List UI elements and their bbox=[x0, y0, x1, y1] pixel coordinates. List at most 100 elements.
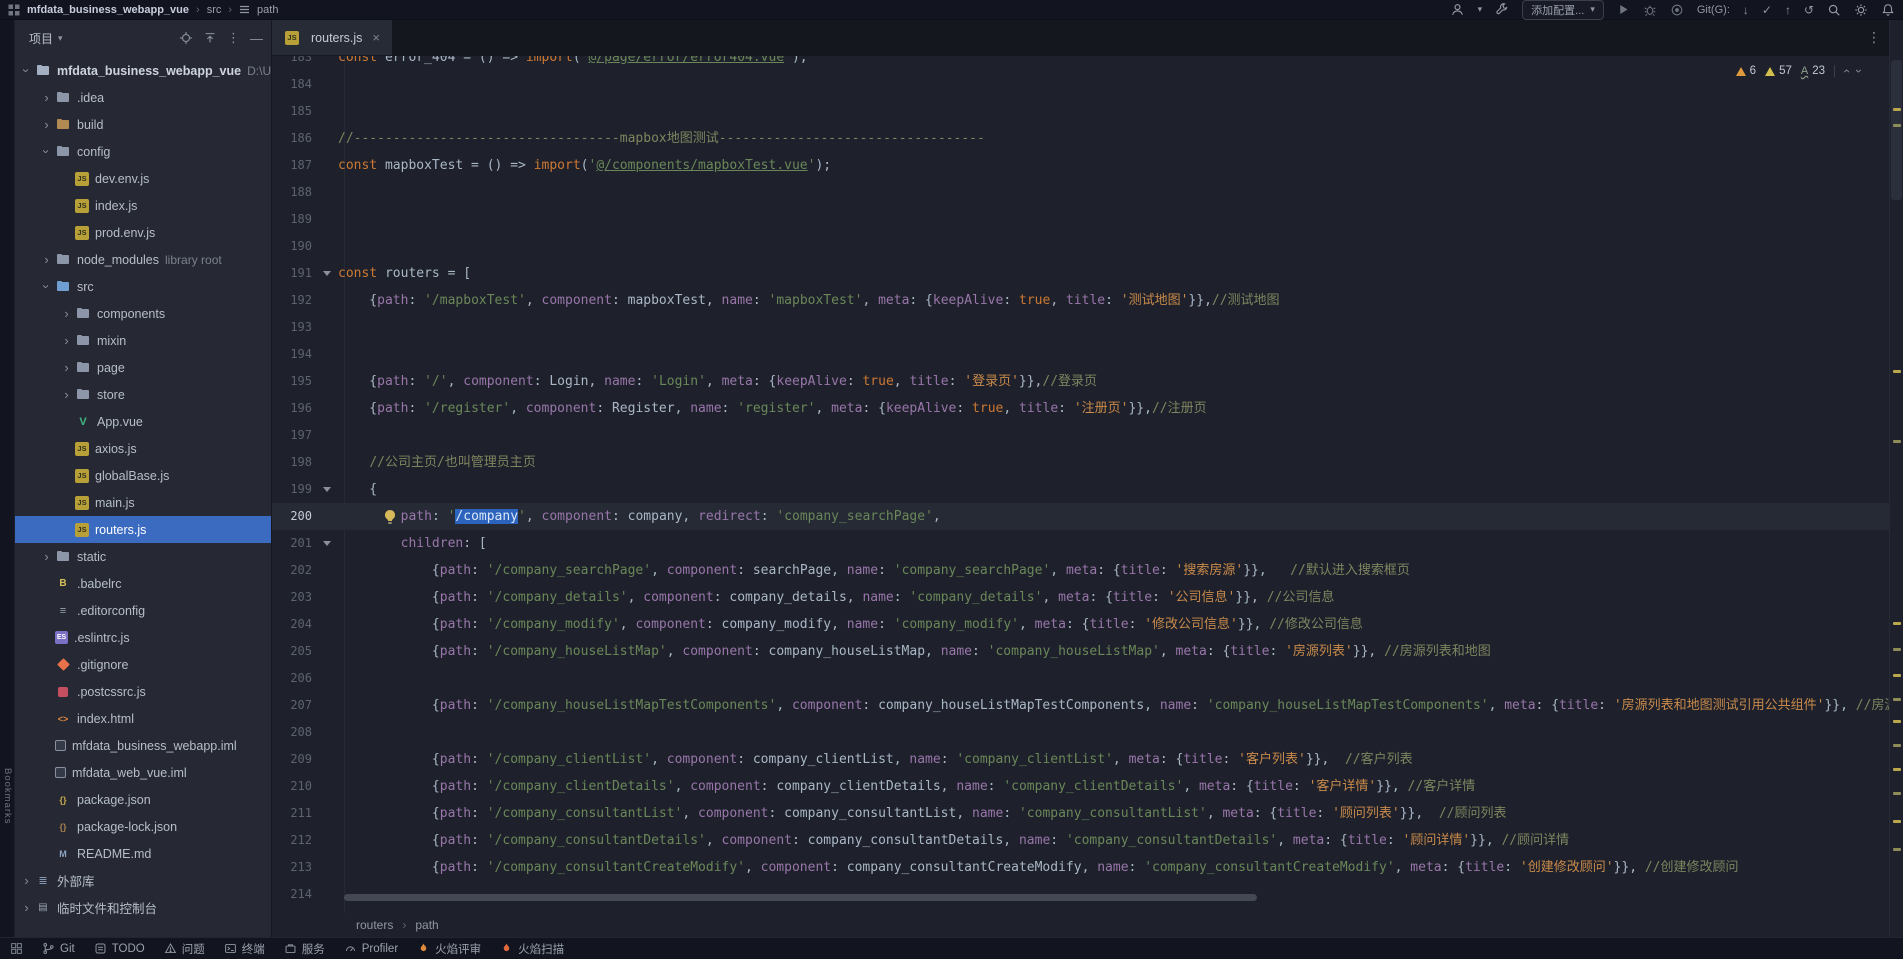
tree-item-.idea[interactable]: › .idea bbox=[15, 84, 271, 111]
gutter-line-number[interactable]: 187 bbox=[272, 152, 318, 179]
project-panel-title[interactable]: 项目 bbox=[29, 30, 53, 47]
tree-item--[interactable]: › ▤ 临时文件和控制台 bbox=[15, 894, 271, 921]
previous-issue-button[interactable]: › bbox=[1839, 64, 1853, 78]
tree-item-.editorconfig[interactable]: ≡ .editorconfig bbox=[15, 597, 271, 624]
gutter-line-number[interactable]: 195 bbox=[272, 368, 318, 395]
chevron-expanded-icon[interactable]: › bbox=[39, 279, 54, 294]
tree-item-page[interactable]: › page bbox=[15, 354, 271, 381]
gutter-line-number[interactable]: 191 bbox=[272, 260, 318, 287]
tree-item-main.js[interactable]: JS main.js bbox=[15, 489, 271, 516]
code-line-209[interactable]: 209 {path: '/company_clientList', compon… bbox=[272, 746, 1889, 773]
chevron-collapsed-icon[interactable]: › bbox=[39, 90, 54, 105]
gutter-line-number[interactable]: 185 bbox=[272, 98, 318, 125]
tree-item-build[interactable]: › build bbox=[15, 111, 271, 138]
tab-routers-js[interactable]: JS routers.js × bbox=[272, 20, 392, 55]
git-commit-icon[interactable]: ✓ bbox=[1762, 3, 1772, 17]
gutter-line-number[interactable]: 214 bbox=[272, 881, 318, 908]
code-line-195[interactable]: 195 {path: '/', component: Login, name: … bbox=[272, 368, 1889, 395]
bookmarks-toolwindow-button[interactable]: Bookmarks bbox=[2, 768, 13, 825]
gutter-line-number[interactable]: 212 bbox=[272, 827, 318, 854]
code-line-198[interactable]: 198 //公司主页/也叫管理员主页 bbox=[272, 449, 1889, 476]
gutter-line-number[interactable]: 194 bbox=[272, 341, 318, 368]
collapse-all-icon[interactable] bbox=[203, 31, 217, 45]
code-line-205[interactable]: 205 {path: '/company_houseListMap', comp… bbox=[272, 638, 1889, 665]
chevron-collapsed-icon[interactable]: › bbox=[19, 900, 34, 915]
tree-item-.eslintrc.js[interactable]: ES .eslintrc.js bbox=[15, 624, 271, 651]
chevron-expanded-icon[interactable]: › bbox=[39, 144, 54, 159]
gutter-line-number[interactable]: 209 bbox=[272, 746, 318, 773]
code-line-183[interactable]: 183 const error_404 = () => import('@/pag… bbox=[272, 56, 1889, 71]
more-options-icon[interactable]: ⋮ bbox=[227, 30, 240, 46]
code-line-204[interactable]: 204 {path: '/company_modify', component:… bbox=[272, 611, 1889, 638]
gutter-line-number[interactable]: 208 bbox=[272, 719, 318, 746]
statusbar-item-flame-review[interactable]: 火焰评审 bbox=[417, 941, 481, 957]
code-area[interactable]: 183 const error_404 = () => import('@/pag… bbox=[272, 56, 1889, 913]
gutter-line-number[interactable]: 210 bbox=[272, 773, 318, 800]
gutter-line-number[interactable]: 204 bbox=[272, 611, 318, 638]
code-line-208[interactable]: 208 bbox=[272, 719, 1889, 746]
code-line-186[interactable]: 186 //----------------------------------m… bbox=[272, 125, 1889, 152]
close-tab-icon[interactable]: × bbox=[372, 30, 380, 45]
chevron-collapsed-icon[interactable]: › bbox=[59, 306, 74, 321]
git-push-icon[interactable]: ↑ bbox=[1785, 3, 1791, 17]
horizontal-scrollbar[interactable] bbox=[344, 894, 1865, 901]
statusbar-item-git[interactable]: Git bbox=[42, 942, 75, 955]
tree-item-static[interactable]: › static bbox=[15, 543, 271, 570]
gutter-line-number[interactable]: 202 bbox=[272, 557, 318, 584]
tree-item-mfdata_business_webapp_vue[interactable]: › mfdata_business_webapp_vue D:\Us... bbox=[15, 57, 271, 84]
next-issue-button[interactable]: › bbox=[1852, 64, 1866, 78]
gutter-line-number[interactable]: 186 bbox=[272, 125, 318, 152]
code-line-188[interactable]: 188 bbox=[272, 179, 1889, 206]
tree-item-components[interactable]: › components bbox=[15, 300, 271, 327]
fold-marker-icon[interactable] bbox=[318, 476, 338, 503]
code-line-211[interactable]: 211 {path: '/company_consultantList', co… bbox=[272, 800, 1889, 827]
gutter-line-number[interactable]: 198 bbox=[272, 449, 318, 476]
tree-item-.postcssrc.js[interactable]: .postcssrc.js bbox=[15, 678, 271, 705]
tree-item-node_modules[interactable]: › node_modules library root bbox=[15, 246, 271, 273]
tree-item-package.json[interactable]: {} package.json bbox=[15, 786, 271, 813]
run-configuration-select[interactable]: 添加配置... ▾ bbox=[1522, 0, 1604, 20]
statusbar-item-flame-scan[interactable]: 火焰扫描 bbox=[500, 941, 564, 957]
fold-marker-icon[interactable] bbox=[318, 260, 338, 287]
tree-item-prod.env.js[interactable]: JS prod.env.js bbox=[15, 219, 271, 246]
gutter-line-number[interactable]: 205 bbox=[272, 638, 318, 665]
tree-item-globalbase.js[interactable]: JS globalBase.js bbox=[15, 462, 271, 489]
vertical-scrollbar-thumb[interactable] bbox=[1891, 60, 1902, 200]
wrench-icon[interactable] bbox=[1495, 2, 1509, 17]
statusbar-item-terminal[interactable]: 终端 bbox=[224, 941, 265, 957]
code-line-190[interactable]: 190 bbox=[272, 233, 1889, 260]
settings-gear-icon[interactable] bbox=[1854, 3, 1868, 17]
chevron-collapsed-icon[interactable]: › bbox=[59, 360, 74, 375]
code-line-187[interactable]: 187 const mapboxTest = () => import('@/co… bbox=[272, 152, 1889, 179]
breadcrumb-path[interactable]: path bbox=[257, 4, 278, 16]
statusbar-item-profiler[interactable]: Profiler bbox=[344, 942, 398, 955]
tree-item-.babelrc[interactable]: B .babelrc bbox=[15, 570, 271, 597]
inspections-widget[interactable]: 6 57 A 23 › › bbox=[1735, 64, 1866, 78]
code-line-191[interactable]: 191 const routers = [ bbox=[272, 260, 1889, 287]
tree-item-.gitignore[interactable]: .gitignore bbox=[15, 651, 271, 678]
tree-item-axios.js[interactable]: JS axios.js bbox=[15, 435, 271, 462]
code-line-206[interactable]: 206 bbox=[272, 665, 1889, 692]
gutter-line-number[interactable]: 199 bbox=[272, 476, 318, 503]
statusbar-item-problems[interactable]: 问题 bbox=[164, 941, 205, 957]
tree-item-store[interactable]: › store bbox=[15, 381, 271, 408]
gutter-line-number[interactable]: 211 bbox=[272, 800, 318, 827]
chevron-expanded-icon[interactable]: › bbox=[19, 63, 34, 78]
tree-item-readme.md[interactable]: M README.md bbox=[15, 840, 271, 867]
gutter-line-number[interactable]: 184 bbox=[272, 71, 318, 98]
code-line-194[interactable]: 194 bbox=[272, 341, 1889, 368]
tree-item-dev.env.js[interactable]: JS dev.env.js bbox=[15, 165, 271, 192]
tree-item-mixin[interactable]: › mixin bbox=[15, 327, 271, 354]
debug-button[interactable] bbox=[1643, 3, 1657, 17]
toolwindow-switcher-icon[interactable] bbox=[10, 942, 23, 955]
code-line-192[interactable]: 192 {path: '/mapboxTest', component: map… bbox=[272, 287, 1889, 314]
git-update-icon[interactable]: ↓ bbox=[1743, 3, 1749, 17]
code-line-207[interactable]: 207 {path: '/company_houseListMapTestCom… bbox=[272, 692, 1889, 719]
code-line-184[interactable]: 184 bbox=[272, 71, 1889, 98]
tree-item-package-lock.json[interactable]: {} package-lock.json bbox=[15, 813, 271, 840]
chevron-collapsed-icon[interactable]: › bbox=[39, 549, 54, 564]
locate-file-icon[interactable] bbox=[179, 31, 193, 45]
tree-item-mfdata_web_vue.iml[interactable]: mfdata_web_vue.iml bbox=[15, 759, 271, 786]
chevron-collapsed-icon[interactable]: › bbox=[59, 387, 74, 402]
user-account-icon[interactable] bbox=[1450, 2, 1465, 17]
